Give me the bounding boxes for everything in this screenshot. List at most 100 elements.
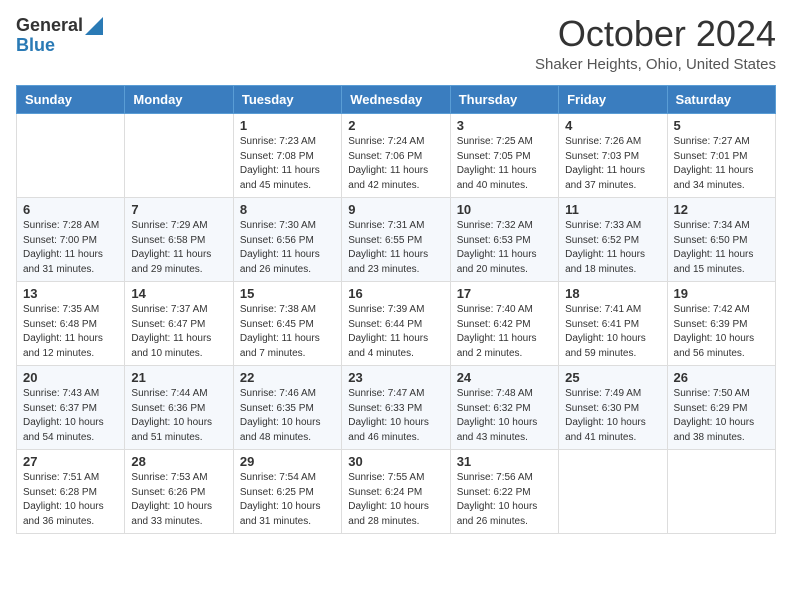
calendar-cell: 12 Sunrise: 7:34 AM Sunset: 6:50 PM Dayli…: [667, 198, 775, 282]
day-info: Sunrise: 7:56 AM Sunset: 6:22 PM Dayligh…: [457, 471, 552, 529]
calendar-cell: [125, 114, 233, 198]
day-number: 7: [131, 202, 226, 217]
calendar-cell: 30 Sunrise: 7:55 AM Sunset: 6:24 PM Dayli…: [342, 450, 450, 534]
day-number: 6: [23, 202, 118, 217]
day-info: Sunrise: 7:48 AM Sunset: 6:32 PM Dayligh…: [457, 387, 552, 445]
day-number: 13: [23, 286, 118, 301]
day-number: 26: [674, 370, 769, 385]
calendar-day-header: Saturday: [667, 86, 775, 114]
calendar-week-row: 20 Sunrise: 7:43 AM Sunset: 6:37 PM Dayli…: [17, 366, 776, 450]
logo: General Blue: [16, 16, 103, 56]
calendar-cell: 4 Sunrise: 7:26 AM Sunset: 7:03 PM Daylig…: [559, 114, 667, 198]
day-info: Sunrise: 7:23 AM Sunset: 7:08 PM Dayligh…: [240, 135, 335, 193]
calendar-week-row: 27Sunrise: 7:51 AM Sunset: 6:28 PM Dayli…: [17, 450, 776, 534]
calendar-cell: 16 Sunrise: 7:39 AM Sunset: 6:44 PM Dayli…: [342, 282, 450, 366]
calendar-day-header: Monday: [125, 86, 233, 114]
day-info: Sunrise: 7:27 AM Sunset: 7:01 PM Dayligh…: [674, 135, 769, 193]
day-number: 19: [674, 286, 769, 301]
calendar-cell: 19 Sunrise: 7:42 AM Sunset: 6:39 PM Dayli…: [667, 282, 775, 366]
day-number: 25: [565, 370, 660, 385]
day-info: Sunrise: 7:40 AM Sunset: 6:42 PM Dayligh…: [457, 303, 552, 361]
day-number: 10: [457, 202, 552, 217]
day-info: Sunrise: 7:53 AM Sunset: 6:26 PM Dayligh…: [131, 471, 226, 529]
day-info: Sunrise: 7:29 AM Sunset: 6:58 PM Dayligh…: [131, 219, 226, 277]
calendar-cell: 8 Sunrise: 7:30 AM Sunset: 6:56 PM Daylig…: [233, 198, 341, 282]
day-info: Sunrise: 7:42 AM Sunset: 6:39 PM Dayligh…: [674, 303, 769, 361]
calendar-cell: 29Sunrise: 7:54 AM Sunset: 6:25 PM Dayli…: [233, 450, 341, 534]
logo-general-text: General: [16, 16, 83, 36]
day-number: 17: [457, 286, 552, 301]
calendar-cell: 1 Sunrise: 7:23 AM Sunset: 7:08 PM Daylig…: [233, 114, 341, 198]
day-info: Sunrise: 7:46 AM Sunset: 6:35 PM Dayligh…: [240, 387, 335, 445]
day-info: Sunrise: 7:54 AM Sunset: 6:25 PM Dayligh…: [240, 471, 335, 529]
calendar-cell: 9 Sunrise: 7:31 AM Sunset: 6:55 PM Daylig…: [342, 198, 450, 282]
day-info: Sunrise: 7:41 AM Sunset: 6:41 PM Dayligh…: [565, 303, 660, 361]
calendar-day-header: Friday: [559, 86, 667, 114]
calendar-week-row: 6 Sunrise: 7:28 AM Sunset: 7:00 PM Daylig…: [17, 198, 776, 282]
day-info: Sunrise: 7:44 AM Sunset: 6:36 PM Dayligh…: [131, 387, 226, 445]
location-title: Shaker Heights, Ohio, United States: [535, 56, 776, 73]
day-number: 2: [348, 118, 443, 133]
calendar-day-header: Thursday: [450, 86, 558, 114]
day-number: 22: [240, 370, 335, 385]
calendar-cell: 28 Sunrise: 7:53 AM Sunset: 6:26 PM Dayli…: [125, 450, 233, 534]
calendar-cell: 22 Sunrise: 7:46 AM Sunset: 6:35 PM Dayli…: [233, 366, 341, 450]
calendar-cell: [559, 450, 667, 534]
day-info: Sunrise: 7:38 AM Sunset: 6:45 PM Dayligh…: [240, 303, 335, 361]
day-info: Sunrise: 7:49 AM Sunset: 6:30 PM Dayligh…: [565, 387, 660, 445]
logo-blue-text: Blue: [16, 36, 55, 56]
day-info: Sunrise: 7:39 AM Sunset: 6:44 PM Dayligh…: [348, 303, 443, 361]
calendar-day-header: Tuesday: [233, 86, 341, 114]
day-number: 20: [23, 370, 118, 385]
day-info: Sunrise: 7:32 AM Sunset: 6:53 PM Dayligh…: [457, 219, 552, 277]
day-info: Sunrise: 7:43 AM Sunset: 6:37 PM Dayligh…: [23, 387, 118, 445]
day-info: Sunrise: 7:37 AM Sunset: 6:47 PM Dayligh…: [131, 303, 226, 361]
day-number: 12: [674, 202, 769, 217]
logo-triangle-icon: [85, 17, 103, 35]
calendar-cell: 27Sunrise: 7:51 AM Sunset: 6:28 PM Dayli…: [17, 450, 125, 534]
calendar-cell: 31Sunrise: 7:56 AM Sunset: 6:22 PM Dayli…: [450, 450, 558, 534]
calendar-cell: 25 Sunrise: 7:49 AM Sunset: 6:30 PM Dayli…: [559, 366, 667, 450]
day-info: Sunrise: 7:24 AM Sunset: 7:06 PM Dayligh…: [348, 135, 443, 193]
day-info: Sunrise: 7:47 AM Sunset: 6:33 PM Dayligh…: [348, 387, 443, 445]
day-number: 16: [348, 286, 443, 301]
day-number: 4: [565, 118, 660, 133]
day-number: 24: [457, 370, 552, 385]
calendar-cell: 23Sunrise: 7:47 AM Sunset: 6:33 PM Dayli…: [342, 366, 450, 450]
day-number: 21: [131, 370, 226, 385]
calendar-cell: 15Sunrise: 7:38 AM Sunset: 6:45 PM Dayli…: [233, 282, 341, 366]
day-info: Sunrise: 7:31 AM Sunset: 6:55 PM Dayligh…: [348, 219, 443, 277]
calendar-header-row: SundayMondayTuesdayWednesdayThursdayFrid…: [17, 86, 776, 114]
day-info: Sunrise: 7:55 AM Sunset: 6:24 PM Dayligh…: [348, 471, 443, 529]
day-number: 8: [240, 202, 335, 217]
calendar-cell: 14Sunrise: 7:37 AM Sunset: 6:47 PM Dayli…: [125, 282, 233, 366]
calendar-cell: 24 Sunrise: 7:48 AM Sunset: 6:32 PM Dayli…: [450, 366, 558, 450]
month-title: October 2024: [535, 16, 776, 52]
calendar-table: SundayMondayTuesdayWednesdayThursdayFrid…: [16, 85, 776, 534]
day-info: Sunrise: 7:28 AM Sunset: 7:00 PM Dayligh…: [23, 219, 118, 277]
title-section: October 2024 Shaker Heights, Ohio, Unite…: [535, 16, 776, 73]
calendar-cell: 21 Sunrise: 7:44 AM Sunset: 6:36 PM Dayli…: [125, 366, 233, 450]
day-info: Sunrise: 7:30 AM Sunset: 6:56 PM Dayligh…: [240, 219, 335, 277]
calendar-cell: 11Sunrise: 7:33 AM Sunset: 6:52 PM Dayli…: [559, 198, 667, 282]
calendar-week-row: 13Sunrise: 7:35 AM Sunset: 6:48 PM Dayli…: [17, 282, 776, 366]
day-info: Sunrise: 7:25 AM Sunset: 7:05 PM Dayligh…: [457, 135, 552, 193]
day-number: 28: [131, 454, 226, 469]
calendar-cell: 20 Sunrise: 7:43 AM Sunset: 6:37 PM Dayli…: [17, 366, 125, 450]
day-number: 9: [348, 202, 443, 217]
calendar-cell: 13Sunrise: 7:35 AM Sunset: 6:48 PM Dayli…: [17, 282, 125, 366]
calendar-cell: [667, 450, 775, 534]
calendar-cell: 10 Sunrise: 7:32 AM Sunset: 6:53 PM Dayli…: [450, 198, 558, 282]
calendar-day-header: Wednesday: [342, 86, 450, 114]
calendar-cell: 26Sunrise: 7:50 AM Sunset: 6:29 PM Dayli…: [667, 366, 775, 450]
calendar-cell: 5Sunrise: 7:27 AM Sunset: 7:01 PM Daylig…: [667, 114, 775, 198]
calendar-cell: 2 Sunrise: 7:24 AM Sunset: 7:06 PM Daylig…: [342, 114, 450, 198]
day-info: Sunrise: 7:51 AM Sunset: 6:28 PM Dayligh…: [23, 471, 118, 529]
day-number: 3: [457, 118, 552, 133]
day-info: Sunrise: 7:33 AM Sunset: 6:52 PM Dayligh…: [565, 219, 660, 277]
day-number: 1: [240, 118, 335, 133]
day-info: Sunrise: 7:34 AM Sunset: 6:50 PM Dayligh…: [674, 219, 769, 277]
day-info: Sunrise: 7:26 AM Sunset: 7:03 PM Dayligh…: [565, 135, 660, 193]
calendar-day-header: Sunday: [17, 86, 125, 114]
day-number: 30: [348, 454, 443, 469]
